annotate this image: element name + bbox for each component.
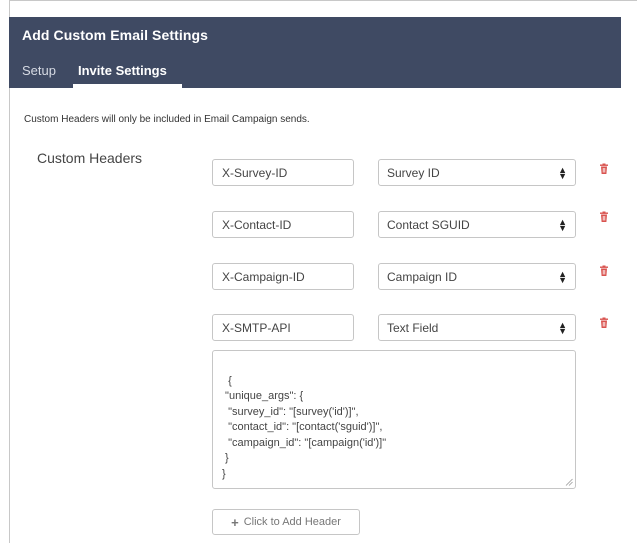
select-arrows-icon: ▲ ▼: [558, 319, 567, 336]
plus-icon: +: [231, 514, 239, 530]
header-value-select-1[interactable]: Survey ID ▲ ▼: [378, 159, 576, 186]
trash-icon[interactable]: [598, 163, 610, 175]
select-value: Contact SGUID: [387, 217, 470, 232]
header-name-input-4[interactable]: [212, 314, 354, 341]
textarea-content: { "unique_args": { "survey_id": "[survey…: [222, 374, 387, 480]
smtp-api-textarea[interactable]: { "unique_args": { "survey_id": "[survey…: [212, 350, 576, 489]
select-arrows-icon: ▲ ▼: [558, 216, 567, 233]
dialog-header: Add Custom Email Settings Setup Invite S…: [9, 17, 621, 88]
custom-headers-label: Custom Headers: [37, 150, 143, 166]
header-value-select-2[interactable]: Contact SGUID ▲ ▼: [378, 211, 576, 238]
select-arrows-icon: ▲ ▼: [558, 164, 567, 181]
add-header-button[interactable]: + Click to Add Header: [212, 509, 360, 535]
resize-grip-icon[interactable]: [565, 478, 573, 486]
select-arrows-icon: ▲ ▼: [558, 268, 567, 285]
custom-headers-note: Custom Headers will only be included in …: [24, 114, 310, 125]
header-value-select-4[interactable]: Text Field ▲ ▼: [378, 314, 576, 341]
trash-icon[interactable]: [598, 265, 610, 277]
tab-invite-settings[interactable]: Invite Settings: [78, 63, 167, 78]
trash-icon[interactable]: [598, 211, 610, 223]
active-tab-indicator: [73, 84, 182, 88]
tab-setup[interactable]: Setup: [22, 63, 56, 78]
header-name-input-1[interactable]: [212, 159, 354, 186]
header-name-input-2[interactable]: [212, 211, 354, 238]
dialog-title: Add Custom Email Settings: [22, 27, 209, 43]
trash-icon[interactable]: [598, 317, 610, 329]
add-header-label: Click to Add Header: [243, 516, 341, 528]
select-value: Campaign ID: [387, 269, 458, 284]
select-value: Text Field: [387, 320, 439, 335]
header-value-select-3[interactable]: Campaign ID ▲ ▼: [378, 263, 576, 290]
select-value: Survey ID: [387, 165, 440, 180]
header-name-input-3[interactable]: [212, 263, 354, 290]
